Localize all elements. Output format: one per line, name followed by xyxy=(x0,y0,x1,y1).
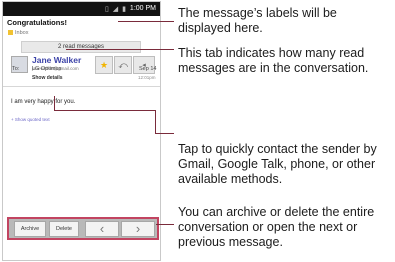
status-icons: ▯ ◢ ▮ xyxy=(105,6,127,13)
sender-name[interactable]: Jane Walker xyxy=(32,55,81,65)
read-messages-tab[interactable]: 2 read messages xyxy=(21,41,141,53)
show-quoted-text-link[interactable]: + Show quoted text xyxy=(11,117,50,122)
status-bar: ▯ ◢ ▮ 1:00 PM xyxy=(3,2,160,16)
callout-line-toolbar xyxy=(156,224,174,225)
message-time: 12:01pm xyxy=(138,75,156,80)
annotation-contact-sender: Tap to quickly contact the sender by Gma… xyxy=(178,142,377,186)
label-icon xyxy=(8,30,13,35)
previous-message-button[interactable]: ‹ xyxy=(85,221,119,237)
message-toolbar: Archive Delete ‹ › xyxy=(7,217,159,240)
to-label: To: xyxy=(12,66,20,72)
annotation-read-tab: This tab indicates how many read message… xyxy=(178,46,369,75)
callout-line-sender xyxy=(155,133,174,134)
annotation-labels: The message’s labels will be displayed h… xyxy=(178,6,337,35)
message-subject: Congratulations! xyxy=(7,18,67,27)
message-labels: Inbox xyxy=(8,30,28,36)
message-body: I am very happy for you. xyxy=(11,99,76,105)
archive-button[interactable]: Archive xyxy=(14,221,46,237)
callout-line-sender xyxy=(54,110,155,111)
divider xyxy=(3,86,160,87)
callout-line-sender xyxy=(155,110,156,133)
label-text: Inbox xyxy=(15,30,29,36)
callout-line-read-tab xyxy=(66,49,174,50)
show-details-link[interactable]: Show details xyxy=(32,75,63,81)
callout-line-sender xyxy=(54,96,55,110)
callout-line-labels xyxy=(118,21,174,22)
annotated-screenshot: ▯ ◢ ▮ 1:00 PM Congratulations! Inbox 2 r… xyxy=(0,0,395,262)
delete-button[interactable]: Delete xyxy=(49,221,79,237)
message-date: Sep 14 xyxy=(139,66,157,72)
annotation-toolbar: You can archive or delete the entire con… xyxy=(178,205,375,249)
next-message-button[interactable]: › xyxy=(121,221,155,237)
phone-screen: ▯ ◢ ▮ 1:00 PM Congratulations! Inbox 2 r… xyxy=(2,1,161,261)
reply-all-icon[interactable]: ⤺ xyxy=(114,56,132,74)
star-icon[interactable]: ★ xyxy=(95,56,113,74)
to-value: LG Optimus xyxy=(32,66,62,72)
status-time: 1:00 PM xyxy=(129,5,156,12)
sender-header: Jane Walker janewalker@gmail.com ★ ⤺ ◂ xyxy=(3,54,160,86)
